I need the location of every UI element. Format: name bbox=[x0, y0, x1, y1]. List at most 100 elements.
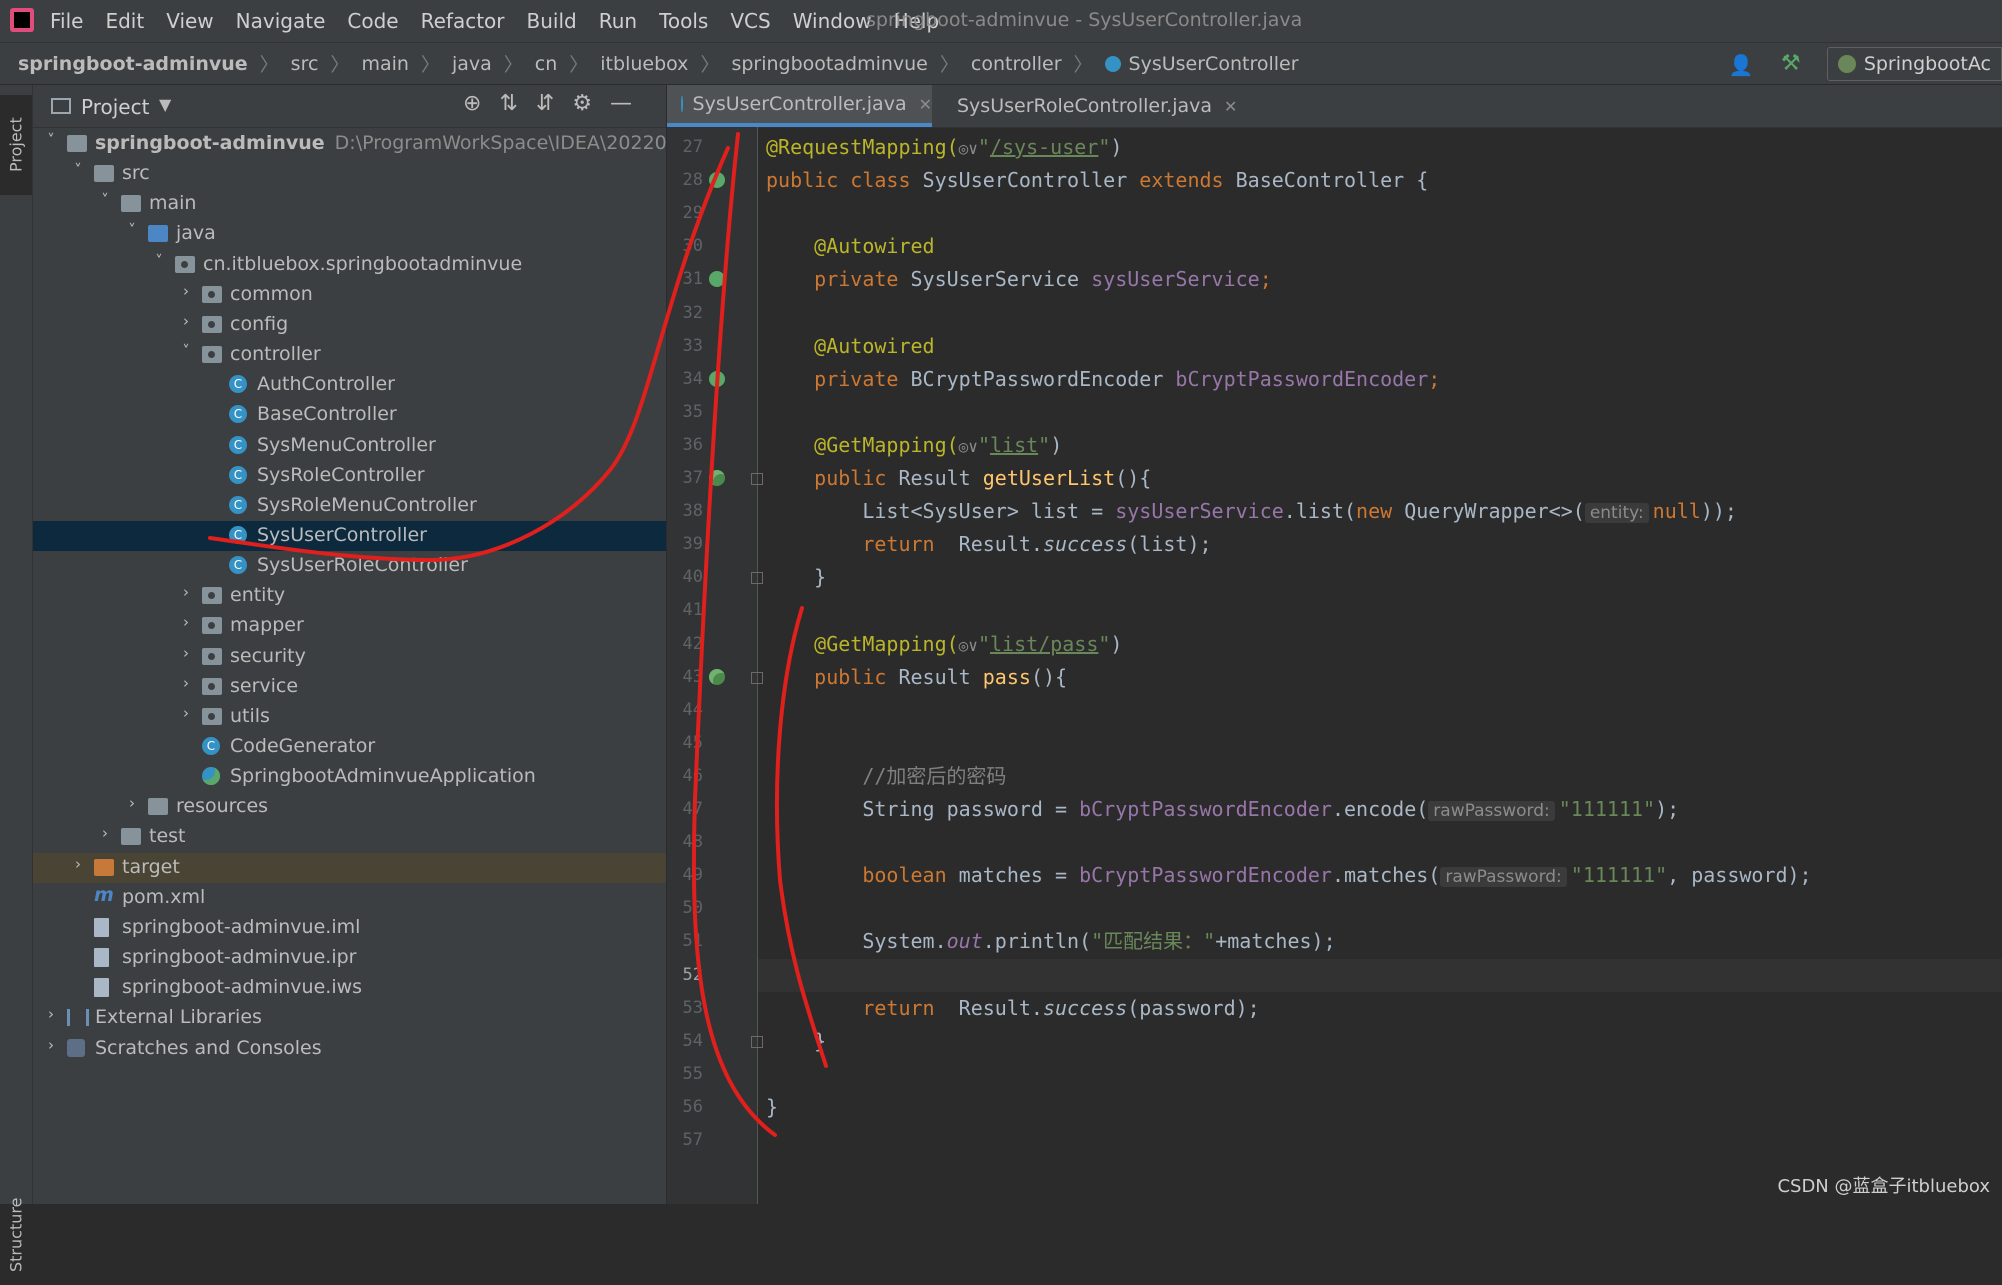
breadcrumb-item[interactable]: controller bbox=[971, 53, 1062, 75]
breadcrumb-item[interactable]: SysUserController bbox=[1129, 53, 1299, 75]
tree-node[interactable]: › target bbox=[33, 852, 666, 883]
expand-all-icon[interactable]: ⇅ bbox=[499, 91, 517, 116]
menu-vcs[interactable]: VCS bbox=[730, 9, 770, 33]
tree-node[interactable]: C SysRoleController bbox=[33, 461, 666, 491]
tree-node[interactable]: m pom.xml bbox=[33, 883, 666, 913]
close-tab-icon[interactable]: ✕ bbox=[1224, 97, 1237, 116]
chevron-right-icon[interactable]: › bbox=[178, 312, 194, 330]
breadcrumb-item[interactable]: springbootadminvue bbox=[731, 53, 927, 75]
tree-node[interactable]: › common bbox=[33, 280, 666, 310]
tree-node-text: AuthController bbox=[257, 373, 395, 396]
breadcrumb-separator-icon: 〉 bbox=[1073, 54, 1093, 76]
code-token: (list); bbox=[1127, 532, 1212, 557]
menu-tools[interactable]: Tools bbox=[659, 9, 708, 33]
tree-node[interactable]: ˅ java bbox=[33, 219, 666, 249]
chevron-down-icon[interactable]: ˅ bbox=[43, 131, 59, 149]
project-panel-title[interactable]: Project bbox=[81, 95, 149, 119]
chevron-right-icon[interactable]: › bbox=[43, 1036, 59, 1054]
menu-file[interactable]: File bbox=[50, 9, 83, 33]
chevron-right-icon[interactable]: › bbox=[70, 855, 86, 873]
tree-node[interactable]: C SysUserRoleController bbox=[33, 551, 666, 581]
user-account-icon[interactable]: 👤▾ bbox=[1729, 53, 1761, 101]
menu-navigate[interactable]: Navigate bbox=[236, 9, 326, 33]
structure-tool-window-tab[interactable]: Structure bbox=[0, 1185, 32, 1285]
tree-node[interactable]: springboot-adminvue.iws bbox=[33, 973, 666, 1003]
menu-code[interactable]: Code bbox=[347, 9, 398, 33]
tree-node[interactable]: springboot-adminvue.ipr bbox=[33, 943, 666, 973]
breadcrumb-item[interactable]: springboot-adminvue bbox=[18, 53, 248, 75]
tree-node[interactable]: › utils bbox=[33, 702, 666, 732]
code-token: "匹配结果：" bbox=[1091, 929, 1216, 954]
tree-node[interactable]: ˅ controller bbox=[33, 340, 666, 370]
tree-node[interactable]: SpringbootAdminvueApplication bbox=[33, 762, 666, 792]
menu-build[interactable]: Build bbox=[527, 9, 577, 33]
tree-node[interactable]: › Scratches and Consoles bbox=[33, 1034, 666, 1064]
bean-icon[interactable] bbox=[709, 172, 725, 189]
tree-node[interactable]: springboot-adminvue.iml bbox=[33, 913, 666, 943]
chevron-down-icon[interactable]: ▼ bbox=[159, 95, 171, 114]
tree-node[interactable]: C SysUserController bbox=[33, 520, 666, 551]
tree-node[interactable]: › resources bbox=[33, 792, 666, 822]
collapse-all-icon[interactable]: ⇵ bbox=[536, 91, 554, 116]
chevron-right-icon[interactable]: › bbox=[43, 1005, 59, 1023]
tree-node[interactable]: › service bbox=[33, 672, 666, 702]
tree-node[interactable]: ˅ main bbox=[33, 189, 666, 219]
code-token: (){ bbox=[1030, 664, 1068, 689]
build-hammer-icon[interactable]: ⚒ bbox=[1781, 51, 1807, 77]
chevron-down-icon[interactable]: ˅ bbox=[97, 191, 113, 209]
code-token: " bbox=[1098, 631, 1111, 656]
menu-edit[interactable]: Edit bbox=[105, 9, 144, 33]
chevron-right-icon[interactable]: › bbox=[178, 644, 194, 662]
editor-tab-sysusercontroller[interactable]: SysUserController.java ✕ bbox=[667, 85, 932, 127]
chevron-down-icon[interactable]: ˅ bbox=[124, 221, 140, 239]
bean-icon[interactable] bbox=[709, 271, 725, 288]
chevron-down-icon[interactable]: ˅ bbox=[70, 161, 86, 179]
chevron-right-icon[interactable]: › bbox=[178, 674, 194, 692]
breadcrumb-item[interactable]: cn bbox=[535, 53, 558, 75]
tree-node[interactable]: C AuthController bbox=[33, 370, 666, 400]
tree-node[interactable]: C SysRoleMenuController bbox=[33, 491, 666, 521]
chevron-right-icon[interactable]: › bbox=[178, 583, 194, 601]
menu-window[interactable]: Window bbox=[793, 9, 872, 33]
tree-node-label: java bbox=[176, 222, 216, 244]
chevron-right-icon[interactable]: › bbox=[97, 824, 113, 842]
tree-node[interactable]: C BaseController bbox=[33, 400, 666, 430]
tree-node-label: service bbox=[230, 675, 298, 697]
editor-tab-sysuserrolecontroller[interactable]: SysUserRoleController.java ✕ bbox=[947, 85, 1237, 127]
chevron-down-icon[interactable]: ˅ bbox=[178, 342, 194, 360]
breadcrumb-item[interactable]: itbluebox bbox=[600, 53, 688, 75]
menu-run[interactable]: Run bbox=[599, 9, 637, 33]
chevron-right-icon[interactable]: › bbox=[178, 282, 194, 300]
menu-refactor[interactable]: Refactor bbox=[421, 9, 505, 33]
project-tool-window-tab[interactable]: Project bbox=[0, 95, 32, 195]
endpoint-icon[interactable] bbox=[709, 470, 725, 486]
tree-node[interactable]: › mapper bbox=[33, 611, 666, 641]
run-configuration-selector[interactable]: SpringbootAc bbox=[1826, 47, 2002, 81]
tree-node[interactable]: ˅ springboot-adminvue D:\ProgramWorkSpace\… bbox=[33, 129, 666, 159]
hide-panel-icon[interactable]: — bbox=[610, 91, 632, 116]
tree-node[interactable]: C SysMenuController bbox=[33, 431, 666, 461]
chevron-right-icon[interactable]: › bbox=[178, 613, 194, 631]
tree-node[interactable]: › security bbox=[33, 642, 666, 672]
gear-icon[interactable]: ⚙ bbox=[572, 91, 592, 116]
tree-node[interactable]: › config bbox=[33, 310, 666, 340]
chevron-down-icon[interactable]: ˅ bbox=[151, 252, 167, 270]
tree-node[interactable]: › test bbox=[33, 822, 666, 852]
menu-view[interactable]: View bbox=[166, 9, 213, 33]
chevron-right-icon[interactable]: › bbox=[124, 794, 140, 812]
close-tab-icon[interactable]: ✕ bbox=[919, 95, 932, 114]
tree-node[interactable]: › External Libraries bbox=[33, 1003, 666, 1033]
chevron-right-icon[interactable]: › bbox=[178, 704, 194, 722]
code-area[interactable]: @RequestMapping(◎∨"/sys-user") public cla… bbox=[758, 127, 2002, 1204]
breadcrumb-item[interactable]: main bbox=[361, 53, 408, 75]
tree-node[interactable]: ˅ cn.itbluebox.springbootadminvue bbox=[33, 250, 666, 280]
locate-file-icon[interactable]: ⊕ bbox=[463, 91, 481, 116]
tree-node[interactable]: ˅ src bbox=[33, 159, 666, 189]
breadcrumb-item[interactable]: src bbox=[291, 53, 319, 75]
endpoint-icon[interactable] bbox=[709, 668, 725, 685]
bean-icon[interactable] bbox=[709, 370, 725, 387]
tree-node[interactable]: › entity bbox=[33, 581, 666, 611]
breadcrumb-item[interactable]: java bbox=[452, 53, 492, 75]
editor-tab-label: SysUserController.java bbox=[692, 93, 907, 115]
tree-node[interactable]: C CodeGenerator bbox=[33, 732, 666, 762]
